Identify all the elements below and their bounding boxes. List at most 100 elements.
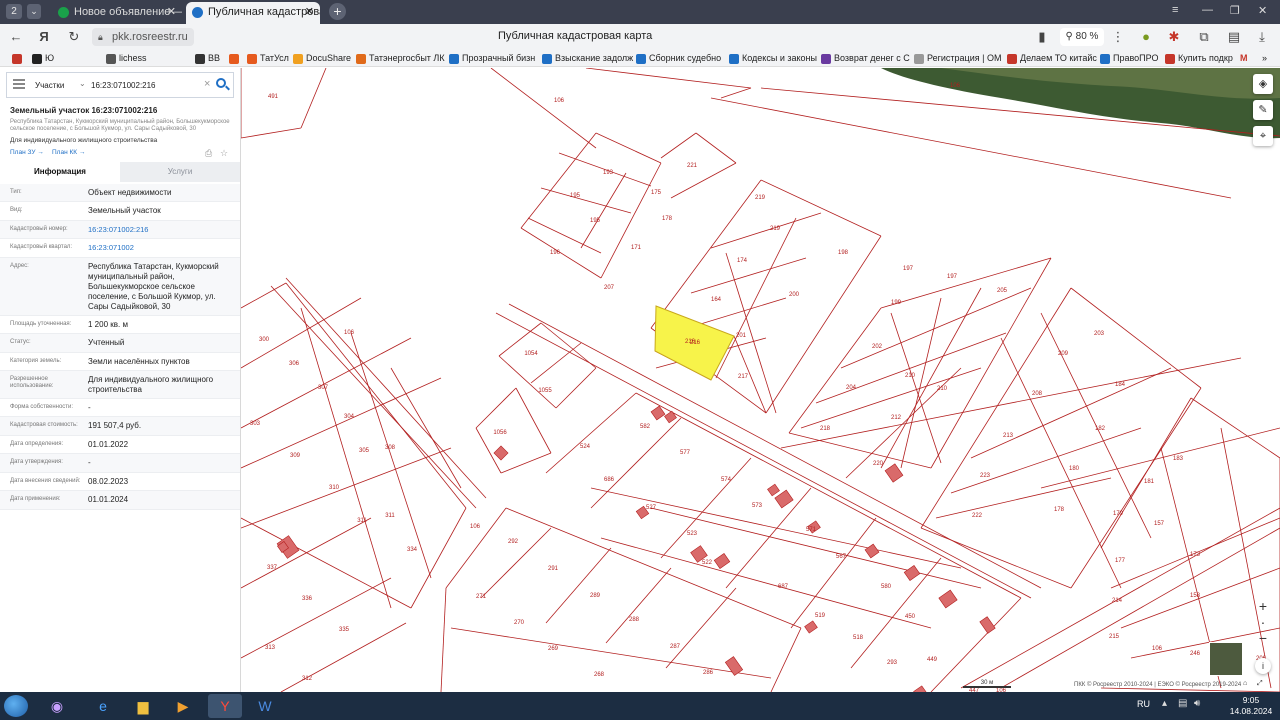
media-player-icon[interactable]: ▶ xyxy=(166,694,200,718)
search-input[interactable]: 16:23:071002:216 xyxy=(91,81,156,90)
bookmark-label: Ю xyxy=(45,53,55,63)
plan-zu-link[interactable]: План ЗУ → xyxy=(10,149,44,156)
tab-cadastral-map[interactable]: Публичная кадастровая ✕ xyxy=(186,2,320,24)
more-bookmarks-icon[interactable]: » xyxy=(1262,52,1267,65)
file-explorer-icon[interactable]: ▆ xyxy=(126,694,160,718)
bookmark-vzyskanie[interactable]: Взыскание задолж xyxy=(542,52,633,65)
extension-green-icon[interactable]: ● xyxy=(1138,29,1154,45)
fullscreen-icon[interactable]: ⤢ xyxy=(1257,680,1263,688)
bookmark-unnamed[interactable] xyxy=(229,52,242,65)
url-field[interactable]: 🔒︎ pkk.rosreestr.ru xyxy=(92,28,194,46)
tab-counter[interactable]: 2 xyxy=(6,4,22,19)
internet-explorer-icon[interactable]: e xyxy=(86,694,120,718)
parcel-label: 106 xyxy=(950,83,961,89)
extension-bug-icon[interactable]: ✱ xyxy=(1166,29,1182,45)
bookmarks-panel-icon[interactable]: ▤ xyxy=(1226,29,1242,45)
building[interactable] xyxy=(979,616,996,634)
locate-icon[interactable]: ⌖ xyxy=(1253,126,1273,146)
parcel-label: 200 xyxy=(789,292,800,298)
building[interactable] xyxy=(938,589,958,609)
zoom-reset-button[interactable]: · xyxy=(1253,614,1273,630)
bookmark-tatusl[interactable]: ТатУсл xyxy=(247,52,289,65)
minimap[interactable] xyxy=(1209,642,1243,676)
language-indicator[interactable]: RU xyxy=(1137,699,1150,709)
chevron-down-icon[interactable]: ⌄ xyxy=(27,4,41,19)
bookmark-docushare[interactable]: DocuShare xyxy=(293,52,351,65)
bookmark-kupit[interactable]: Купить подкр xyxy=(1165,52,1233,65)
building[interactable] xyxy=(767,483,780,497)
extensions-puzzle-icon[interactable]: ⧉ xyxy=(1196,29,1212,45)
close-icon[interactable]: ✕ xyxy=(167,2,176,23)
bookmark-prozrachny[interactable]: Прозрачный бизн xyxy=(449,52,535,65)
star-icon[interactable]: ☆ xyxy=(220,148,228,159)
tab-new-listing[interactable]: Новое объявление — Об ✕ xyxy=(52,2,182,24)
attribute-row: Дата внесения сведений: 08.02.2023 xyxy=(0,473,240,491)
download-icon[interactable]: ⤓ xyxy=(1254,29,1270,45)
hamburger-menu-icon[interactable]: ≡ xyxy=(1172,4,1178,16)
close-icon[interactable]: ✕ xyxy=(305,2,314,23)
building[interactable] xyxy=(903,565,921,581)
bookmark-sbornik[interactable]: Сборник судебно xyxy=(636,52,721,65)
bookmark-tatenergosbyt[interactable]: Татэнергосбыт ЛК xyxy=(356,52,445,65)
reload-icon[interactable]: ↻ xyxy=(66,29,82,45)
home-icon[interactable]: ⌂ xyxy=(1243,680,1247,687)
chevron-down-icon[interactable]: ⌄ xyxy=(79,79,86,88)
word-icon[interactable]: W xyxy=(248,694,282,718)
bookmark-gmail[interactable] xyxy=(12,52,25,65)
restore-icon[interactable]: ❐ xyxy=(1230,4,1240,17)
building[interactable] xyxy=(724,656,744,676)
building[interactable] xyxy=(713,553,731,569)
gmail-bookmark-icon[interactable]: M xyxy=(1240,52,1248,65)
building[interactable] xyxy=(493,445,509,461)
building[interactable] xyxy=(774,489,794,509)
cadastral-map[interactable]: 491 106 193 221 195 175 195 178 196 171 207 219 219 1… xyxy=(241,68,1280,692)
building[interactable] xyxy=(650,405,666,421)
parcel-label: 307 xyxy=(318,385,329,391)
search-type-select[interactable]: Участки xyxy=(35,81,64,90)
bookmark-registratsiya[interactable]: Регистрация | ОМ xyxy=(914,52,1001,65)
info-icon[interactable]: i xyxy=(1255,658,1271,674)
print-icon[interactable]: ⎙ xyxy=(205,148,212,159)
building[interactable] xyxy=(884,463,904,483)
bookmark-pravopro[interactable]: ПравоПРО xyxy=(1100,52,1158,65)
ruler-icon[interactable]: ✎ xyxy=(1253,100,1273,120)
start-button[interactable] xyxy=(4,695,28,717)
attribute-value-link[interactable]: 16:23:071002:216 xyxy=(88,225,234,235)
parcel-boundary xyxy=(1070,387,1202,589)
tray-expand-icon[interactable]: ▴ xyxy=(1162,698,1167,709)
attribute-value-link[interactable]: 16:23:071002 xyxy=(88,243,234,253)
yandex-icon[interactable]: Я xyxy=(36,29,52,45)
bookmark-to-china[interactable]: Делаем ТО китайс xyxy=(1007,52,1097,65)
alice-icon[interactable]: ◉ xyxy=(40,694,74,718)
zoom-in-button[interactable]: + xyxy=(1253,598,1273,614)
building[interactable] xyxy=(804,620,818,634)
more-vertical-icon[interactable]: ⋮ xyxy=(1110,29,1126,45)
minimize-icon[interactable]: — xyxy=(1202,4,1213,16)
search-icon[interactable] xyxy=(216,78,226,88)
close-window-icon[interactable]: ✕ xyxy=(1258,4,1267,17)
bookmark-bb[interactable]: BB xyxy=(195,52,220,65)
menu-icon[interactable] xyxy=(13,79,25,89)
clear-icon[interactable]: × xyxy=(204,78,210,90)
map-canvas[interactable]: 491 106 193 221 195 175 195 178 196 171 207 219 219 1… xyxy=(241,68,1280,692)
volume-icon[interactable]: 🔊︎ xyxy=(1194,698,1200,709)
building[interactable] xyxy=(664,410,677,424)
clock[interactable]: 9:05 14.08.2024 xyxy=(1226,695,1276,717)
zoom-level[interactable]: ⚲ 80 % xyxy=(1060,28,1104,46)
building[interactable] xyxy=(864,543,880,559)
layers-icon[interactable]: ◈ xyxy=(1253,74,1273,94)
yandex-browser-icon[interactable]: Y xyxy=(208,694,242,718)
bookmark-kodeksy[interactable]: Кодексы и законы xyxy=(729,52,817,65)
bookmark-yu[interactable]: Ю xyxy=(32,52,54,65)
new-tab-button[interactable]: + xyxy=(329,3,346,20)
bookmark-vozvrat[interactable]: Возврат денег с С xyxy=(821,52,910,65)
tab-services[interactable]: Услуги xyxy=(120,162,240,182)
bookmark-icon[interactable]: ▮ xyxy=(1034,29,1050,45)
tab-information[interactable]: Информация xyxy=(0,162,120,182)
bookmark-lichess[interactable]: lichess xyxy=(106,52,147,65)
back-arrow-icon[interactable]: ← xyxy=(8,29,24,45)
parcel-boundary xyxy=(605,567,672,644)
plan-kk-link[interactable]: План КК → xyxy=(52,149,85,156)
zoom-out-button[interactable]: − xyxy=(1253,630,1273,646)
network-icon[interactable]: ▤ xyxy=(1178,698,1187,709)
